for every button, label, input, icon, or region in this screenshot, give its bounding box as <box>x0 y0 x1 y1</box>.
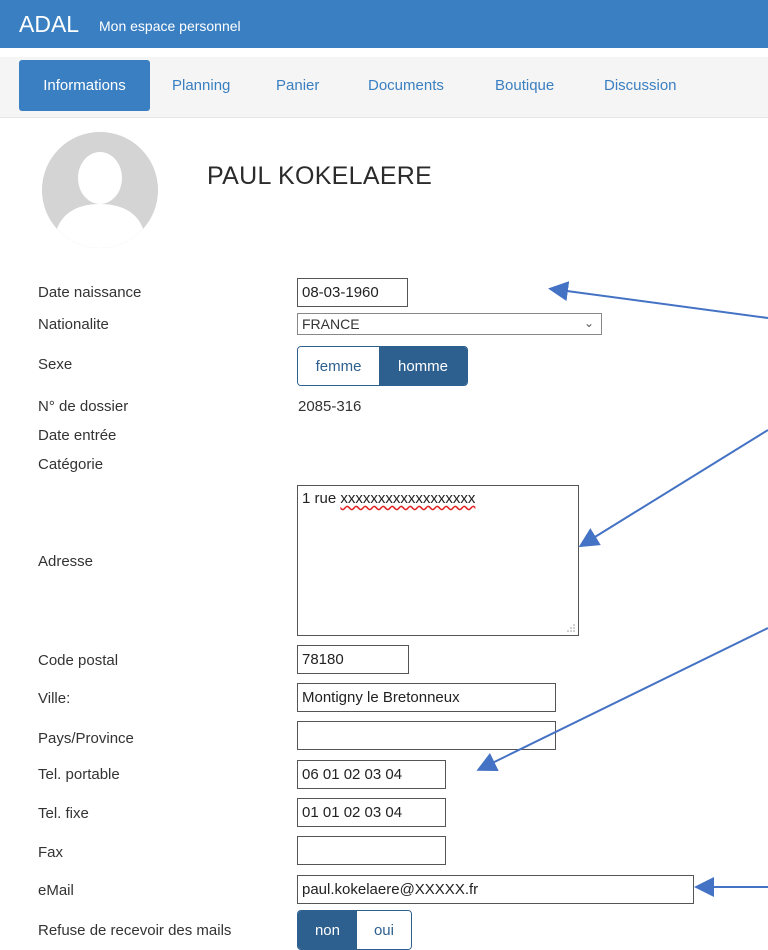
annotation-arrow-mobile <box>476 627 768 771</box>
annotation-arrow-address <box>578 429 768 548</box>
annotation-arrows <box>476 281 768 897</box>
annotation-arrow-birth-date <box>548 281 768 319</box>
